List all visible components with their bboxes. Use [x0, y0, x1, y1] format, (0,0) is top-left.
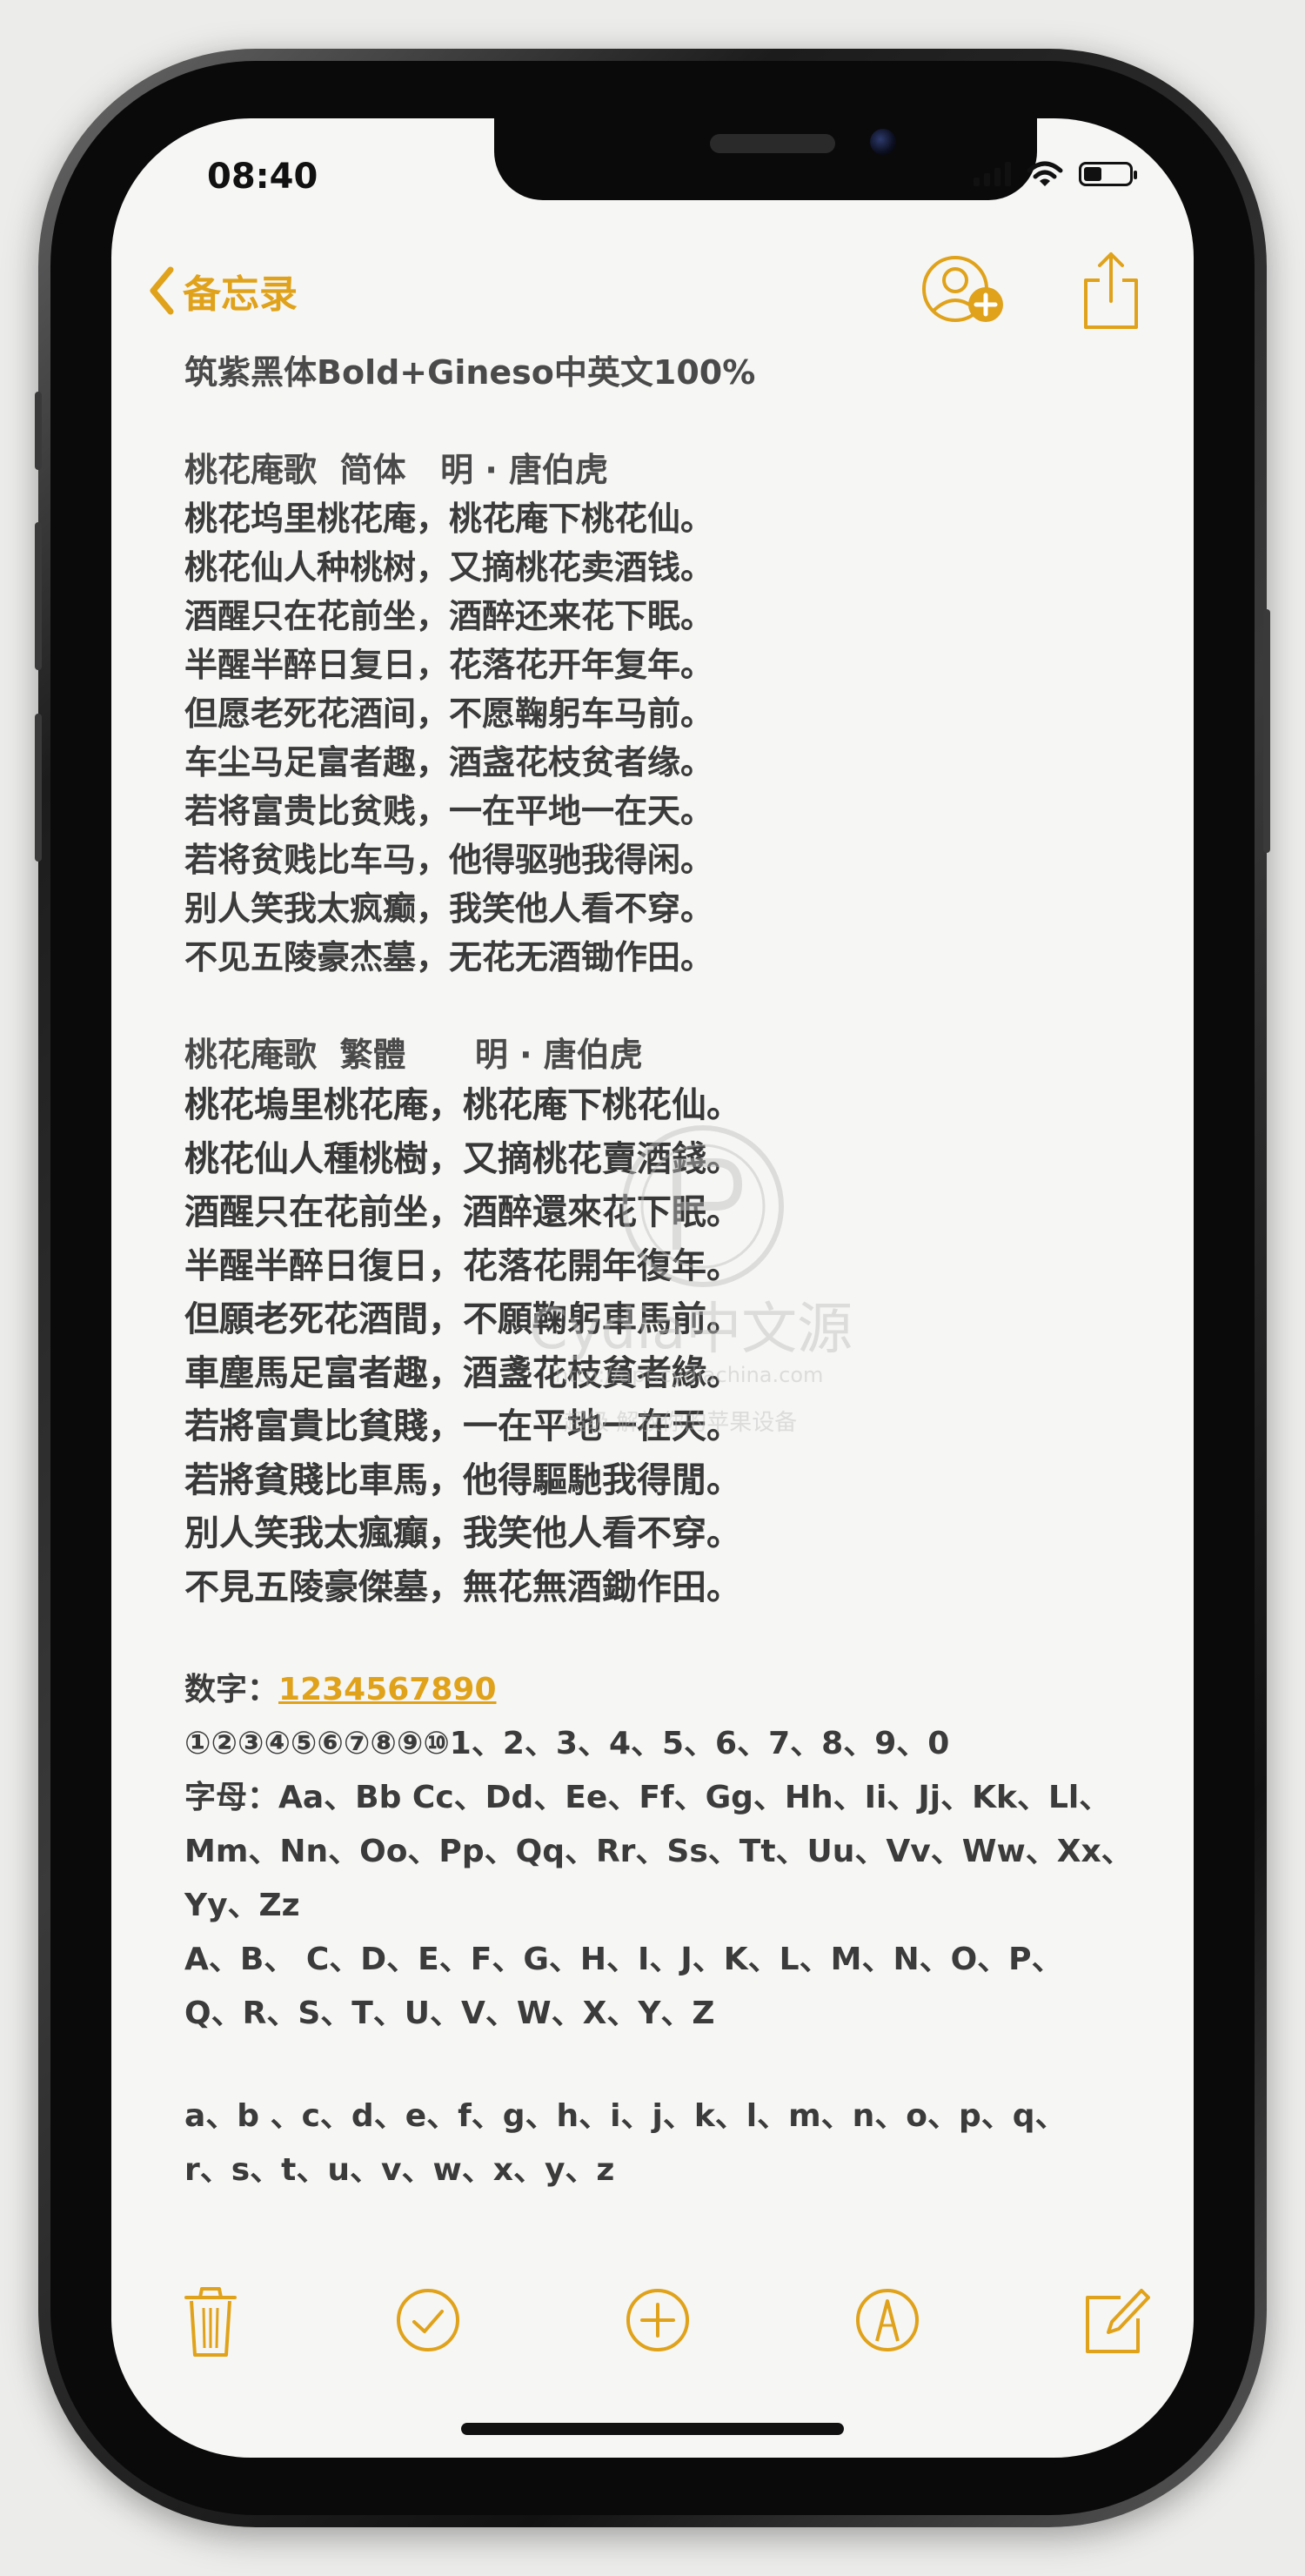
- earpiece-speaker: [710, 134, 835, 153]
- status-icons: [974, 157, 1137, 191]
- poem-line: 若將貧賤比車馬，他得驅馳我得閒。: [184, 1459, 741, 1500]
- notch: [494, 118, 1037, 200]
- status-time: 08:40: [207, 157, 318, 197]
- poem-line: 酒醒只在花前坐，酒醉还来花下眠。: [184, 597, 714, 635]
- letters-line: Mm、Nn、Oo、Pp、Qq、Rr、Ss、Tt、Uu、Vv、Ww、Xx、: [184, 1834, 1133, 1869]
- digits-phone-link[interactable]: 1234567890: [278, 1672, 497, 1707]
- poem-line: 車塵馬足富者趣，酒盞花枝貧者緣。: [184, 1352, 741, 1393]
- volume-down-button: [35, 714, 42, 862]
- battery-icon: [1079, 162, 1137, 186]
- trash-icon[interactable]: [167, 2277, 254, 2364]
- poem-heading-traditional: 桃花庵歌 繁體 明 · 唐伯虎: [184, 1036, 643, 1074]
- bottom-toolbar: [111, 2277, 1194, 2372]
- poem-line: 若將富貴比貧賤，一在平地一在天。: [184, 1406, 741, 1446]
- poem-line: 不见五陵豪杰墓，无花无酒锄作田。: [184, 938, 714, 976]
- person-add-icon[interactable]: [920, 254, 1007, 329]
- letters-block: 字母：Aa、Bb Cc、Dd、Ee、Ff、Gg、Hh、Ii、Jj、Kk、Ll、 …: [184, 1771, 1141, 2041]
- note-body[interactable]: 筑紫黑体Bold+Gineso中英文100% 桃花庵歌 简体 明 · 唐伯虎 桃…: [184, 348, 1141, 2197]
- poem-line: 若将富贵比贫贱，一在平地一在天。: [184, 792, 714, 830]
- screen: 08:40 备忘录 筑紫黑体Bold+Gineso中英文100% 桃花庵歌 简体…: [111, 118, 1194, 2458]
- letters-line: Yy、Zz: [184, 1888, 300, 1923]
- poem-heading-simplified: 桃花庵歌 简体 明 · 唐伯虎: [184, 451, 609, 489]
- poem-line: 半醒半醉日复日，花落花开年复年。: [184, 646, 714, 684]
- chevron-left-icon: [150, 266, 174, 315]
- poem-line: 桃花仙人种桃树，又摘桃花卖酒钱。: [184, 548, 714, 587]
- navigation-bar: 备忘录: [111, 249, 1194, 336]
- poem-traditional: 桃花塢里桃花庵，桃花庵下桃花仙。 桃花仙人種桃樹，又摘桃花賣酒錢。 酒醒只在花前…: [184, 1079, 1141, 1614]
- letters-line: 字母：Aa、Bb Cc、Dd、Ee、Ff、Gg、Hh、Ii、Jj、Kk、Ll、: [184, 1780, 1111, 1815]
- power-button: [1263, 609, 1270, 853]
- poem-line: 桃花塢里桃花庵，桃花庵下桃花仙。: [184, 1085, 741, 1125]
- plus-circle-icon[interactable]: [614, 2277, 701, 2364]
- lowercase-block: a、b 、c、d、e、f、g、h、i、j、k、l、m、n、o、p、q、 r、s、…: [184, 2090, 1141, 2197]
- poem-line: 半醒半醉日復日，花落花開年復年。: [184, 1245, 741, 1286]
- font-title: 筑紫黑体Bold+Gineso中英文100%: [184, 353, 756, 392]
- wifi-icon: [1027, 161, 1063, 186]
- letters-line: A、B、 C、D、E、F、G、H、I、J、K、L、M、N、O、P、: [184, 1942, 1063, 1977]
- poem-line: 別人笑我太瘋癲，我笑他人看不穿。: [184, 1513, 741, 1553]
- checkmark-circle-icon[interactable]: [385, 2277, 472, 2364]
- cellular-signal-icon: [974, 162, 1011, 186]
- pen-tip-circle-icon[interactable]: [844, 2277, 931, 2364]
- poem-simplified: 桃花坞里桃花庵，桃花庵下桃花仙。 桃花仙人种桃树，又摘桃花卖酒钱。 酒醒只在花前…: [184, 494, 1141, 982]
- poem-line: 但願老死花酒間，不願鞠躬車馬前。: [184, 1299, 741, 1339]
- digits-row: 数字：1234567890: [184, 1663, 1141, 1717]
- poem-line: 不見五陵豪傑墓，無花無酒鋤作田。: [184, 1566, 741, 1607]
- poem-line: 酒醒只在花前坐，酒醉還來花下眠。: [184, 1192, 741, 1232]
- lowercase-line: a、b 、c、d、e、f、g、h、i、j、k、l、m、n、o、p、q、: [184, 2098, 1067, 2134]
- poem-line: 但愿老死花酒间，不愿鞠躬车马前。: [184, 694, 714, 733]
- share-icon[interactable]: [1079, 249, 1143, 332]
- compose-icon[interactable]: [1068, 2277, 1155, 2364]
- poem-line: 若将贫贱比车马，他得驱驰我得闲。: [184, 841, 714, 879]
- home-indicator[interactable]: [461, 2423, 844, 2435]
- front-camera: [870, 129, 896, 155]
- back-label: 备忘录: [183, 272, 298, 317]
- digits-line: ①②③④⑤⑥⑦⑧⑨⑩1、2、3、4、5、6、7、8、9、0: [184, 1726, 950, 1761]
- digits-label: 数字：: [184, 1672, 279, 1707]
- poem-line: 桃花坞里桃花庵，桃花庵下桃花仙。: [184, 500, 714, 538]
- back-button[interactable]: 备忘录: [146, 263, 298, 319]
- volume-up-button: [35, 522, 42, 670]
- lowercase-line: r、s、t、u、v、w、x、y、z: [184, 2152, 615, 2188]
- poem-line: 桃花仙人種桃樹，又摘桃花賣酒錢。: [184, 1138, 741, 1179]
- mute-switch: [35, 392, 42, 470]
- poem-line: 别人笑我太疯癫，我笑他人看不穿。: [184, 889, 714, 928]
- poem-line: 车尘马足富者趣，酒盏花枝贫者缘。: [184, 743, 714, 782]
- letters-line: Q、R、S、T、U、V、W、X、Y、Z: [184, 1996, 715, 2031]
